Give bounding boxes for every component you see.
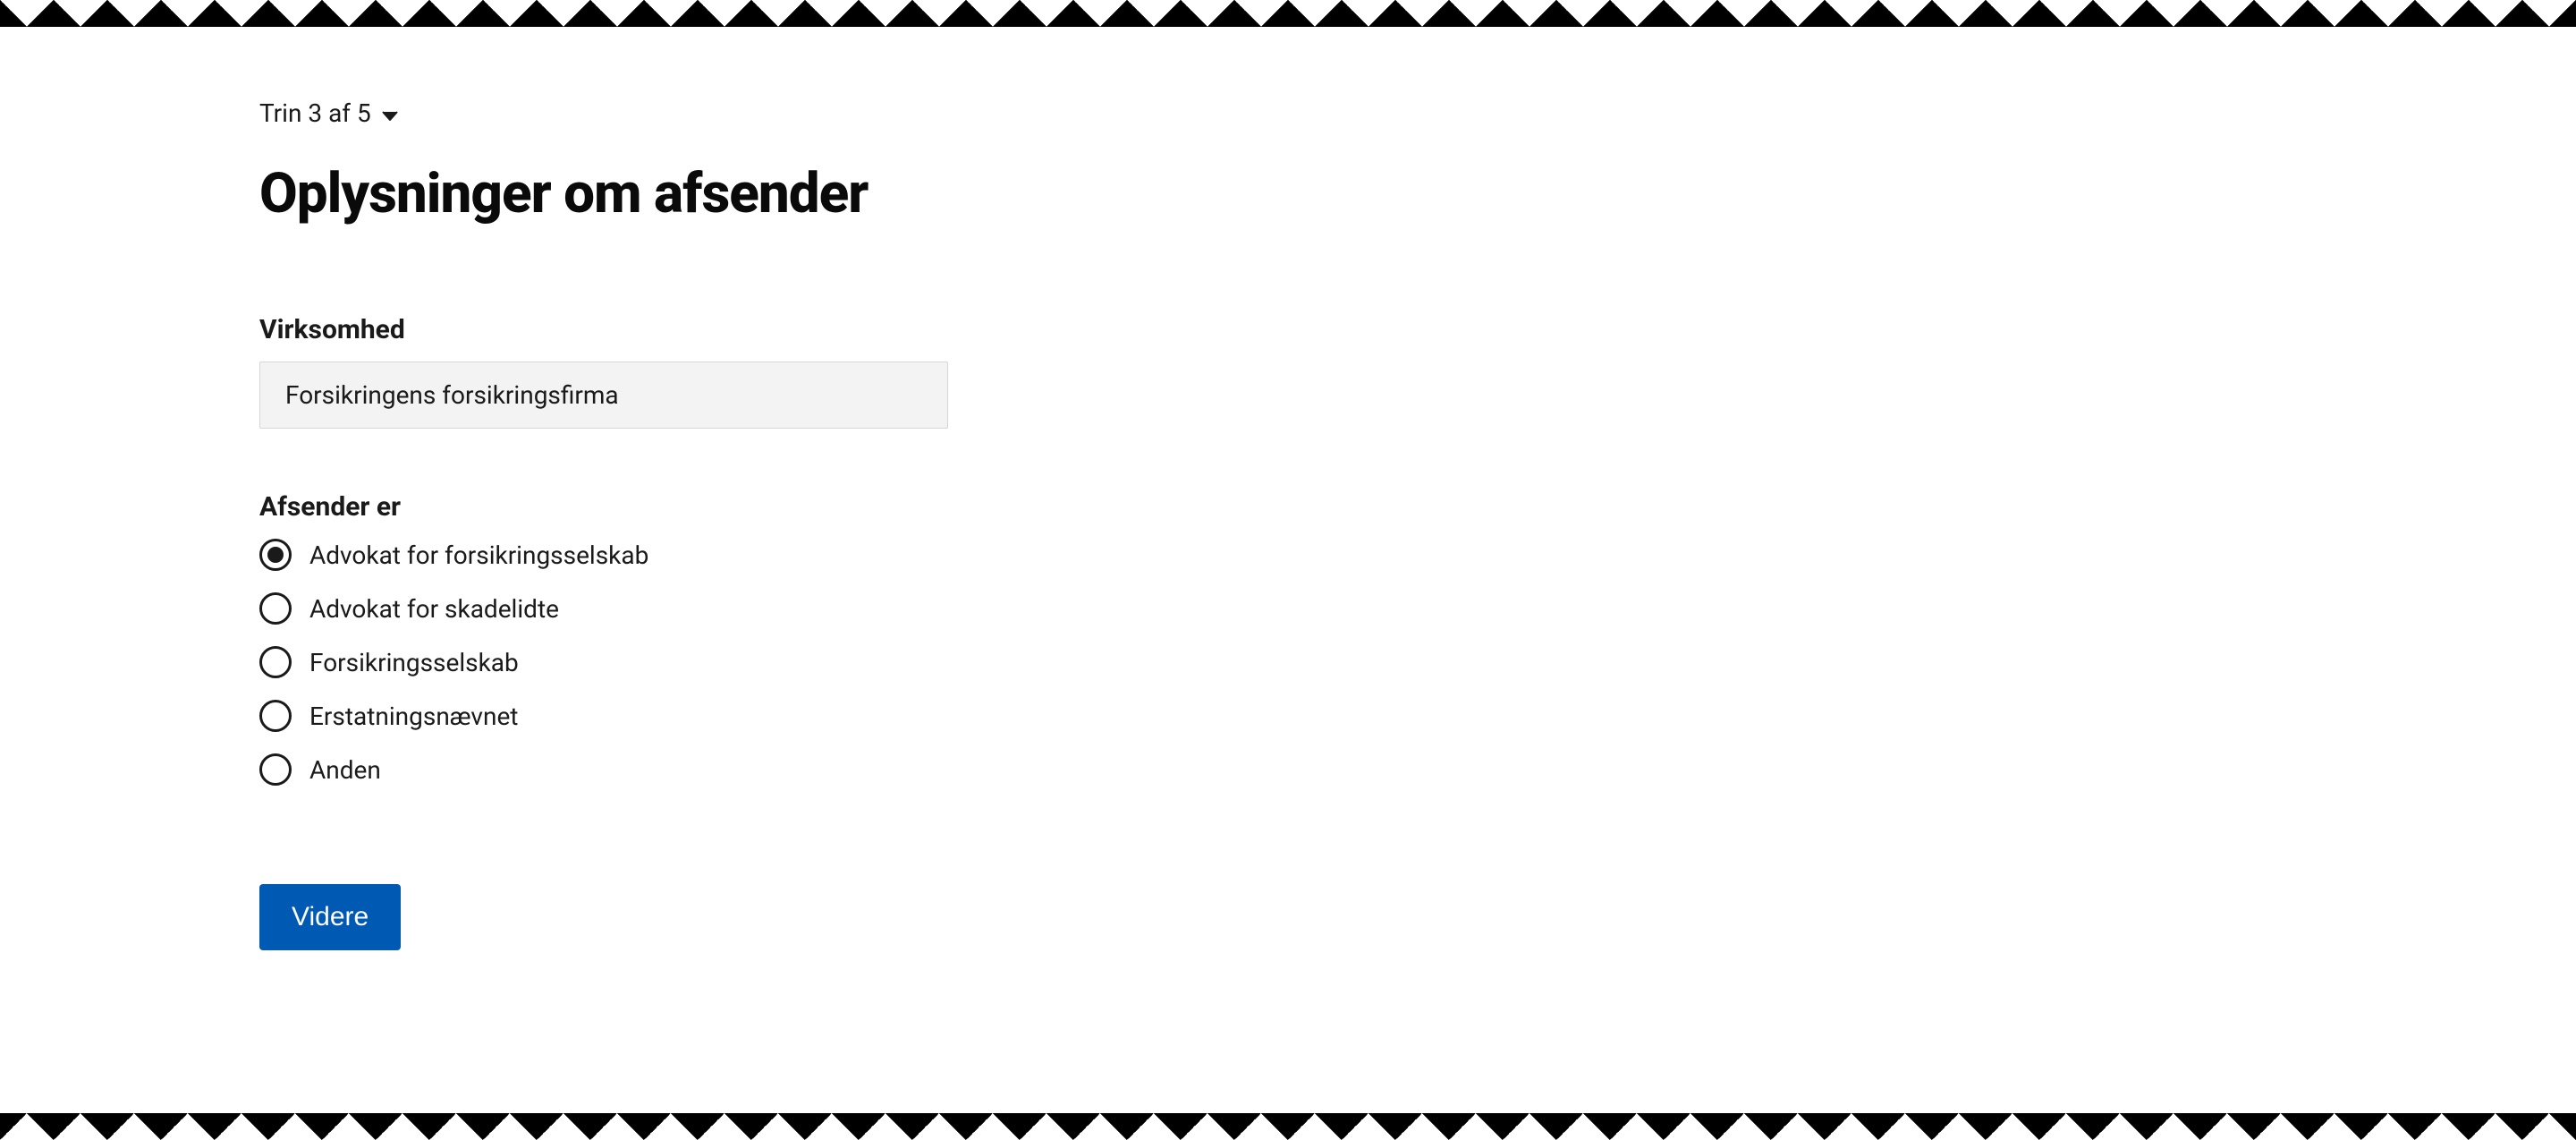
sender-radio-group: Advokat for forsikringsselskab Advokat fo… [259,539,1252,786]
radio-option-3[interactable]: Erstatningsnævnet [259,700,1252,732]
radio-icon [259,700,292,732]
company-value: Forsikringens forsikringsfirma [259,362,948,429]
radio-label: Advokat for skadelidte [309,594,559,624]
radio-icon [259,753,292,786]
radio-icon [259,646,292,678]
radio-icon [259,539,292,571]
step-indicator[interactable]: Trin 3 af 5 [259,98,398,128]
decorative-border-top [0,0,2576,27]
decorative-border-bottom [0,1113,2576,1140]
next-button[interactable]: Videre [259,884,401,950]
sender-label: Afsender er [259,491,1252,523]
radio-label: Advokat for forsikringsselskab [309,540,648,570]
company-label: Virksomhed [259,314,1252,345]
radio-icon [259,592,292,625]
sender-field-group: Afsender er Advokat for forsikringsselsk… [259,491,1252,786]
radio-label: Erstatningsnævnet [309,702,518,731]
page-title: Oplysninger om afsender [259,164,1252,225]
radio-option-2[interactable]: Forsikringsselskab [259,646,1252,678]
step-label: Trin 3 af 5 [259,98,371,128]
company-field-group: Virksomhed Forsikringens forsikringsfirm… [259,314,1252,429]
radio-option-0[interactable]: Advokat for forsikringsselskab [259,539,1252,571]
radio-option-1[interactable]: Advokat for skadelidte [259,592,1252,625]
chevron-down-icon [382,98,398,128]
radio-option-4[interactable]: Anden [259,753,1252,786]
radio-label: Forsikringsselskab [309,648,519,677]
radio-label: Anden [309,755,381,785]
